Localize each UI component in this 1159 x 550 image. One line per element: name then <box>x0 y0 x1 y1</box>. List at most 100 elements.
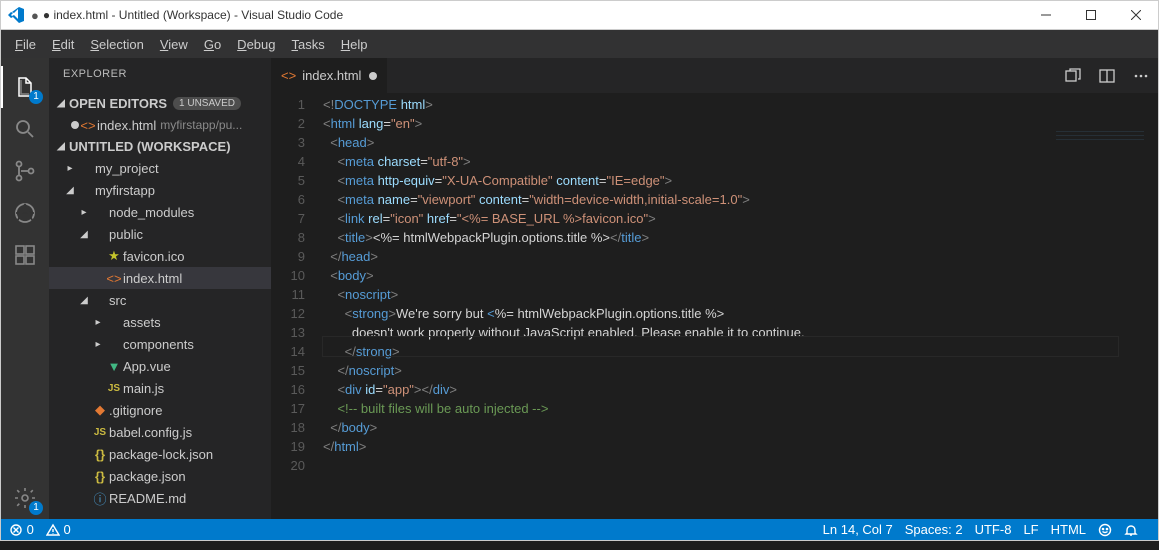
code-line[interactable]: <div id="app"></div> <box>323 380 1158 399</box>
minimap[interactable] <box>1056 129 1144 219</box>
debug-icon[interactable] <box>1 192 49 234</box>
code-line[interactable]: <meta http-equiv="X-UA-Compatible" conte… <box>323 171 1158 190</box>
menu-go[interactable]: Go <box>196 33 229 56</box>
html-file-icon: <> <box>105 271 123 286</box>
status-errors[interactable]: 0 <box>9 522 34 537</box>
explorer-badge: 1 <box>29 90 43 104</box>
code-line[interactable]: <meta name="viewport" content="width=dev… <box>323 190 1158 209</box>
vscode-icon <box>7 6 25 24</box>
maximize-button[interactable] <box>1068 1 1113 29</box>
status-cursor-position[interactable]: Ln 14, Col 7 <box>823 522 893 537</box>
code-line[interactable]: <title><%= htmlWebpackPlugin.options.tit… <box>323 228 1158 247</box>
chevron-down-icon: ◢ <box>55 141 67 152</box>
menu-edit[interactable]: Edit <box>44 33 82 56</box>
open-editors-header[interactable]: ◢OPEN EDITORS1 UNSAVED <box>49 93 271 114</box>
tree-item[interactable]: <>index.html <box>49 267 271 289</box>
open-editor-item[interactable]: <> index.html myfirstapp/pu... <box>49 114 271 136</box>
status-eol[interactable]: LF <box>1023 522 1038 537</box>
code-line[interactable]: <link rel="icon" href="<%= BASE_URL %>fa… <box>323 209 1158 228</box>
close-button[interactable] <box>1113 1 1158 29</box>
line-number: 18 <box>271 418 305 437</box>
chevron-down-icon: ◢ <box>77 295 91 306</box>
workspace-header[interactable]: ◢UNTITLED (WORKSPACE) <box>49 136 271 157</box>
notifications-icon[interactable] <box>1124 523 1138 537</box>
more-actions-icon[interactable] <box>1124 58 1158 93</box>
line-number: 5 <box>271 171 305 190</box>
title-bar: ● ● index.html - Untitled (Workspace) - … <box>0 0 1159 30</box>
status-bar: 0 0 Ln 14, Col 7 Spaces: 2 UTF-8 LF HTML <box>0 519 1159 541</box>
code-line[interactable]: </body> <box>323 418 1158 437</box>
editor-body[interactable]: 1234567891011121314151617181920 <!DOCTYP… <box>271 93 1158 519</box>
menu-view[interactable]: View <box>152 33 196 56</box>
source-control-icon[interactable] <box>1 150 49 192</box>
workspace-label: UNTITLED (WORKSPACE) <box>69 139 231 154</box>
tree-item[interactable]: ▸node_modules <box>49 201 271 223</box>
code-line[interactable]: <body> <box>323 266 1158 285</box>
status-language[interactable]: HTML <box>1051 522 1086 537</box>
tree-item[interactable]: JSbabel.config.js <box>49 421 271 443</box>
tree-item[interactable]: ◆.gitignore <box>49 399 271 421</box>
tree-item[interactable]: ▸assets <box>49 311 271 333</box>
split-editor-icon[interactable] <box>1090 58 1124 93</box>
dirty-dot-icon <box>369 72 377 80</box>
tree-item[interactable]: ▸ my_project <box>49 157 271 179</box>
code-line[interactable]: <meta charset="utf-8"> <box>323 152 1158 171</box>
code-line[interactable]: </html> <box>323 437 1158 456</box>
tree-item[interactable]: ◢ src <box>49 289 271 311</box>
tree-item-label: babel.config.js <box>109 425 192 440</box>
code-line[interactable]: <!DOCTYPE html> <box>323 95 1158 114</box>
extensions-icon[interactable] <box>1 234 49 276</box>
tree-item-label: src <box>109 293 126 308</box>
tree-item[interactable]: {}package-lock.json <box>49 443 271 465</box>
code-line[interactable]: <head> <box>323 133 1158 152</box>
code-line[interactable] <box>323 456 1158 475</box>
chevron-right-icon: ▸ <box>63 163 77 174</box>
status-indentation[interactable]: Spaces: 2 <box>905 522 963 537</box>
tab-label: index.html <box>302 68 361 83</box>
dirty-indicator-icon: ● <box>31 8 39 23</box>
menu-debug[interactable]: Debug <box>229 33 283 56</box>
code-line[interactable]: <noscript> <box>323 285 1158 304</box>
line-number: 10 <box>271 266 305 285</box>
chevron-down-icon: ◢ <box>55 98 67 109</box>
tree-item[interactable]: JSmain.js <box>49 377 271 399</box>
git-file-icon: ◆ <box>91 402 109 418</box>
line-number: 17 <box>271 399 305 418</box>
tree-item[interactable]: ⓘREADME.md <box>49 487 271 509</box>
line-number: 15 <box>271 361 305 380</box>
minimize-button[interactable] <box>1023 1 1068 29</box>
tree-item[interactable]: ▼App.vue <box>49 355 271 377</box>
explorer-icon[interactable]: 1 <box>1 66 49 108</box>
html-file-icon: <> <box>281 68 296 83</box>
editor-tabs: <> index.html <box>271 58 1158 93</box>
chevron-right-icon: ▸ <box>91 339 105 350</box>
code-line[interactable]: <!-- built files will be auto injected -… <box>323 399 1158 418</box>
code-line[interactable]: <html lang="en"> <box>323 114 1158 133</box>
open-editor-path: myfirstapp/pu... <box>160 118 242 132</box>
status-encoding[interactable]: UTF-8 <box>975 522 1012 537</box>
tree-item-label: .gitignore <box>109 403 162 418</box>
status-warnings[interactable]: 0 <box>46 522 71 537</box>
menu-help[interactable]: Help <box>333 33 376 56</box>
code-line[interactable]: </noscript> <box>323 361 1158 380</box>
code-area[interactable]: <!DOCTYPE html><html lang="en"> <head> <… <box>323 93 1158 519</box>
code-line[interactable]: <strong>We're sorry but <%= htmlWebpackP… <box>323 304 1158 323</box>
tree-item[interactable]: ◢myfirstapp <box>49 179 271 201</box>
tree-item[interactable]: ★favicon.ico <box>49 245 271 267</box>
menu-tasks[interactable]: Tasks <box>283 33 332 56</box>
code-line[interactable]: </head> <box>323 247 1158 266</box>
search-icon[interactable] <box>1 108 49 150</box>
compare-changes-icon[interactable] <box>1056 58 1090 93</box>
settings-gear-icon[interactable]: 1 <box>1 477 49 519</box>
activity-bar: 1 1 <box>1 58 49 519</box>
tree-item[interactable]: ◢public <box>49 223 271 245</box>
feedback-icon[interactable] <box>1098 523 1112 537</box>
tree-item[interactable]: {}package.json <box>49 465 271 487</box>
tree-item-label: my_project <box>95 161 159 176</box>
menu-selection[interactable]: Selection <box>82 33 151 56</box>
line-number: 14 <box>271 342 305 361</box>
tree-item[interactable]: ▸components <box>49 333 271 355</box>
menu-file[interactable]: File <box>7 33 44 56</box>
tab-index-html[interactable]: <> index.html <box>271 58 388 93</box>
json-file-icon: {} <box>91 469 109 484</box>
